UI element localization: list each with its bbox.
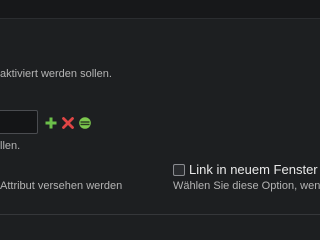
value-input[interactable]: [0, 110, 38, 134]
drag-handle-icon: [79, 117, 91, 129]
drag-handle-button[interactable]: [79, 116, 91, 129]
add-button[interactable]: [45, 116, 57, 129]
remove-button[interactable]: [62, 116, 74, 129]
new-window-checkbox[interactable]: [173, 164, 185, 176]
new-window-help-text: Wählen Sie diese Option, wen: [173, 180, 320, 192]
section-divider: [0, 214, 320, 215]
plus-icon: [45, 117, 57, 129]
new-window-label: Link in neuem Fenster: [189, 162, 318, 177]
activate-help-text: aktiviert werden sollen.: [0, 68, 112, 80]
attribute-help-text: Attribut versehen werden: [0, 180, 123, 192]
x-icon: [62, 117, 74, 129]
top-toolbar-strip: [0, 0, 320, 19]
field-help-text: llen.: [0, 140, 21, 152]
